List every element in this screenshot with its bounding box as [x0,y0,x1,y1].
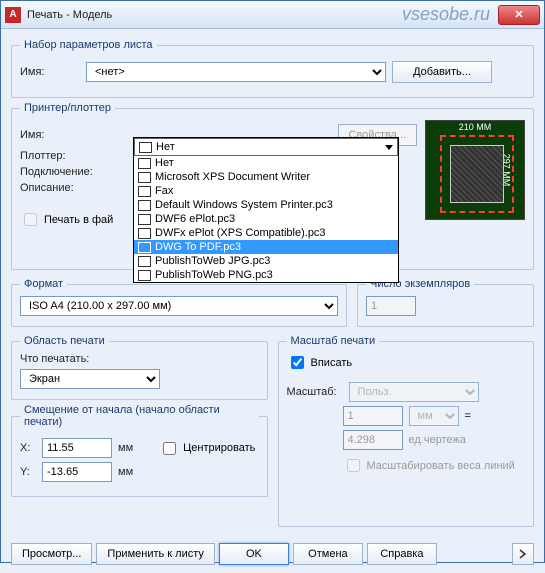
offset-legend: Смещение от начала (начало области печат… [20,404,259,428]
fit-label: Вписать [311,357,353,369]
page-setup-group: Набор параметров листа Имя: <нет> Добави… [11,39,534,98]
printer-icon [138,242,151,253]
printer-icon [138,256,151,267]
scale-select: Польз. [349,382,479,402]
list-item[interactable]: PublishToWeb PNG.pc3 [134,268,398,282]
print-to-file-checkbox [24,213,37,226]
list-item[interactable]: Нет [134,156,398,170]
printer-icon [138,172,151,183]
preview-width: 210 MM [457,122,494,132]
copies-input [366,296,416,316]
close-button[interactable]: ✕ [498,5,540,25]
printer-icon [138,228,151,239]
watermark: vsesobe.ru [402,4,490,25]
offset-group: Смещение от начала (начало области печат… [11,404,268,497]
y-input[interactable] [42,462,112,482]
list-item[interactable]: Microsoft XPS Document Writer [134,170,398,184]
ok-button[interactable]: OK [219,543,289,565]
scale-top-input [343,406,403,426]
titlebar: A Печать - Модель vsesobe.ru ✕ [1,1,544,29]
printer-icon [138,200,151,211]
printer-icon [138,158,151,169]
x-input[interactable] [42,438,112,458]
printer-name-label: Имя: [20,129,99,141]
connection-label: Подключение: [20,166,110,178]
units-select: мм [409,406,459,426]
plot-area-legend: Область печати [20,335,109,347]
help-button[interactable]: Справка [367,543,437,565]
scale-bottom-input [343,430,403,450]
x-label: X: [20,442,36,454]
printer-dropdown-list[interactable]: Нет Нет Microsoft XPS Document Writer Fa… [133,137,399,283]
fit-checkbox[interactable] [291,356,304,369]
printer-select[interactable]: Нет [134,138,398,156]
y-label: Y: [20,466,36,478]
printer-legend: Принтер/плоттер [20,102,115,114]
page-name-label: Имя: [20,66,80,78]
preview-button[interactable]: Просмотр... [11,543,92,565]
print-to-file-label: Печать в фай [44,214,113,226]
printer-icon [139,142,152,153]
list-item[interactable]: DWG To PDF.pc3 [134,240,398,254]
copies-group: Число экземпляров [357,278,534,327]
equals-label: = [465,410,471,422]
printer-current: Нет [156,141,175,153]
list-item[interactable]: Default Windows System Printer.pc3 [134,198,398,212]
plot-area-select[interactable]: Экран [20,369,160,389]
what-to-plot-label: Что печатать: [20,353,259,365]
paper-preview: 210 MM 297 MM [425,120,525,220]
page-setup-legend: Набор параметров листа [20,39,157,51]
center-checkbox[interactable] [163,442,176,455]
drawing-units-label: ед.чертежа [409,434,466,446]
chevron-right-icon [518,549,528,559]
format-legend: Формат [20,278,67,290]
printer-icon [138,270,151,281]
apply-button[interactable]: Применить к листу [96,543,215,565]
window-title: Печать - Модель [27,9,402,21]
chevron-down-icon [385,145,393,150]
plotter-label: Плоттер: [20,150,110,162]
list-item[interactable]: DWFx ePlot (XPS Compatible).pc3 [134,226,398,240]
expand-button[interactable] [512,543,534,565]
scale-legend: Масштаб печати [287,335,380,347]
printer-icon [138,186,151,197]
y-unit: мм [118,466,133,478]
description-label: Описание: [20,182,110,194]
scale-group: Масштаб печати Вписать Масштаб: Польз. м… [278,335,535,527]
format-select[interactable]: ISO A4 (210.00 x 297.00 мм) [20,296,338,316]
app-icon: A [5,7,21,23]
list-item[interactable]: PublishToWeb JPG.pc3 [134,254,398,268]
cancel-button[interactable]: Отмена [293,543,363,565]
format-group: Формат ISO A4 (210.00 x 297.00 мм) [11,278,347,327]
page-name-select[interactable]: <нет> [86,62,386,82]
list-item[interactable]: Fax [134,184,398,198]
center-label: Центрировать [183,442,255,454]
scale-lineweights-checkbox [347,459,360,472]
scale-lineweights-label: Масштабировать веса линий [367,460,515,472]
x-unit: мм [118,442,133,454]
list-item[interactable]: DWF6 ePlot.pc3 [134,212,398,226]
printer-icon [138,214,151,225]
plot-area-group: Область печати Что печатать: Экран [11,335,268,400]
add-button[interactable]: Добавить... [392,61,492,83]
scale-label: Масштаб: [287,386,343,398]
